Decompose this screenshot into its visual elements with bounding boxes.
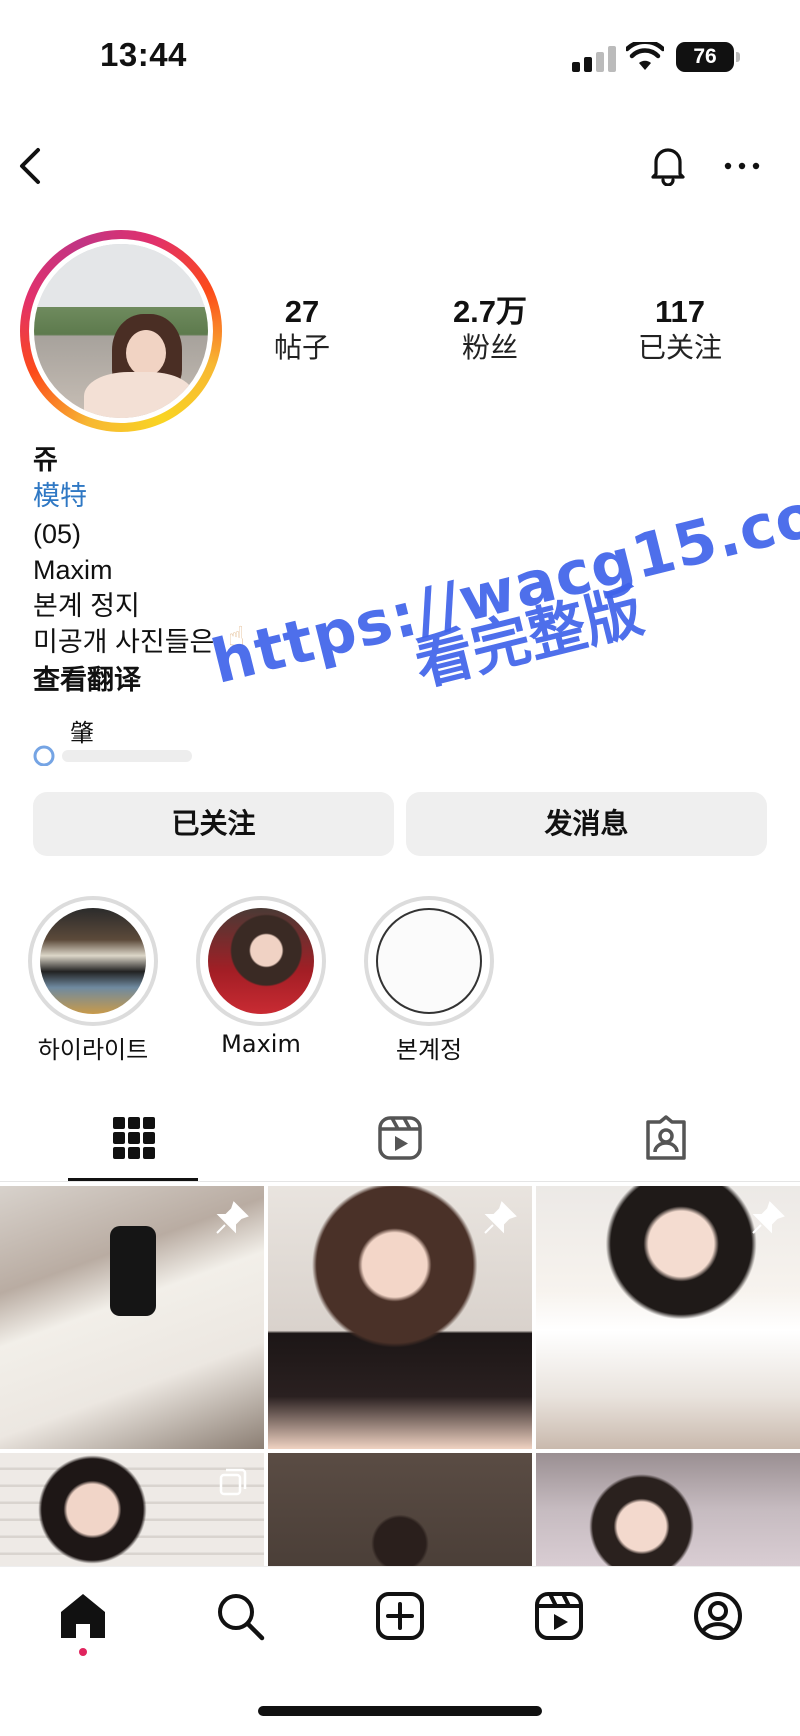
bio-line: Maxim — [33, 555, 113, 585]
following-button[interactable]: 已关注 — [33, 792, 394, 856]
wifi-icon — [626, 42, 664, 70]
home-icon[interactable] — [57, 1590, 109, 1642]
stat-followers-count: 2.7万 — [452, 294, 528, 329]
bio-line: 본계 정지 — [33, 591, 140, 621]
highlight-label: Maxim — [221, 1030, 301, 1058]
stat-following-count: 117 — [654, 294, 705, 329]
stat-posts-count: 27 — [284, 294, 320, 329]
highlight-cover — [376, 908, 482, 1014]
highlight-3[interactable] — [364, 896, 494, 1026]
profile-category: 模特 — [33, 481, 87, 511]
stat-posts-label: 帖子 — [273, 331, 330, 364]
highlight-cover — [208, 908, 314, 1014]
tagged-icon[interactable] — [642, 1114, 690, 1162]
highlight-1[interactable] — [28, 896, 158, 1026]
grid-post[interactable] — [0, 1186, 264, 1449]
blurred-link-row — [33, 745, 192, 766]
pin-icon — [484, 1201, 517, 1234]
bell-icon[interactable] — [646, 142, 690, 186]
reels-icon[interactable] — [376, 1114, 424, 1162]
highlight-2[interactable] — [196, 896, 326, 1026]
chevron-left-icon[interactable] — [10, 144, 54, 188]
reels-nav-icon[interactable] — [533, 1590, 585, 1642]
stat-posts[interactable]: 27 帖子 — [212, 294, 392, 366]
grid-post[interactable] — [536, 1186, 800, 1449]
message-button[interactable]: 发消息 — [406, 792, 767, 856]
highlight-label: 하이라이트 — [37, 1036, 149, 1064]
tab-divider — [0, 1181, 800, 1182]
more-horizontal-icon[interactable] — [720, 144, 764, 188]
carousel-icon — [219, 1468, 247, 1496]
grid-post[interactable] — [268, 1453, 532, 1566]
grid-post[interactable] — [0, 1453, 264, 1566]
home-indicator — [258, 1706, 542, 1716]
highlight-cover — [40, 908, 146, 1014]
create-icon[interactable] — [374, 1590, 426, 1642]
bio-line: (05) — [33, 519, 82, 549]
cellular-signal-icon — [572, 46, 616, 72]
bio-line: 미공개 사진들은 — [33, 627, 215, 657]
profile-icon[interactable] — [692, 1590, 744, 1642]
stat-followers-label: 粉丝 — [461, 331, 518, 364]
grid-icon[interactable] — [110, 1114, 158, 1162]
pin-icon — [752, 1201, 785, 1234]
battery-tip — [736, 52, 740, 62]
search-icon[interactable] — [214, 1590, 266, 1642]
profile-name: 쥬 — [33, 445, 58, 475]
grid-post[interactable] — [268, 1186, 532, 1449]
highlight-label: 본계정 — [395, 1036, 463, 1064]
stat-following[interactable]: 117 已关注 — [590, 294, 770, 366]
status-time: 13:44 — [100, 36, 187, 73]
stat-following-label: 已关注 — [637, 331, 722, 364]
battery-indicator: 76 — [676, 42, 734, 72]
see-translation-link[interactable]: 查看翻译 — [33, 662, 141, 698]
notification-dot — [79, 1648, 87, 1656]
grid-post[interactable] — [536, 1453, 800, 1566]
avatar[interactable] — [34, 244, 208, 418]
stat-followers[interactable]: 2.7万 粉丝 — [400, 294, 580, 366]
pin-icon — [216, 1201, 249, 1234]
